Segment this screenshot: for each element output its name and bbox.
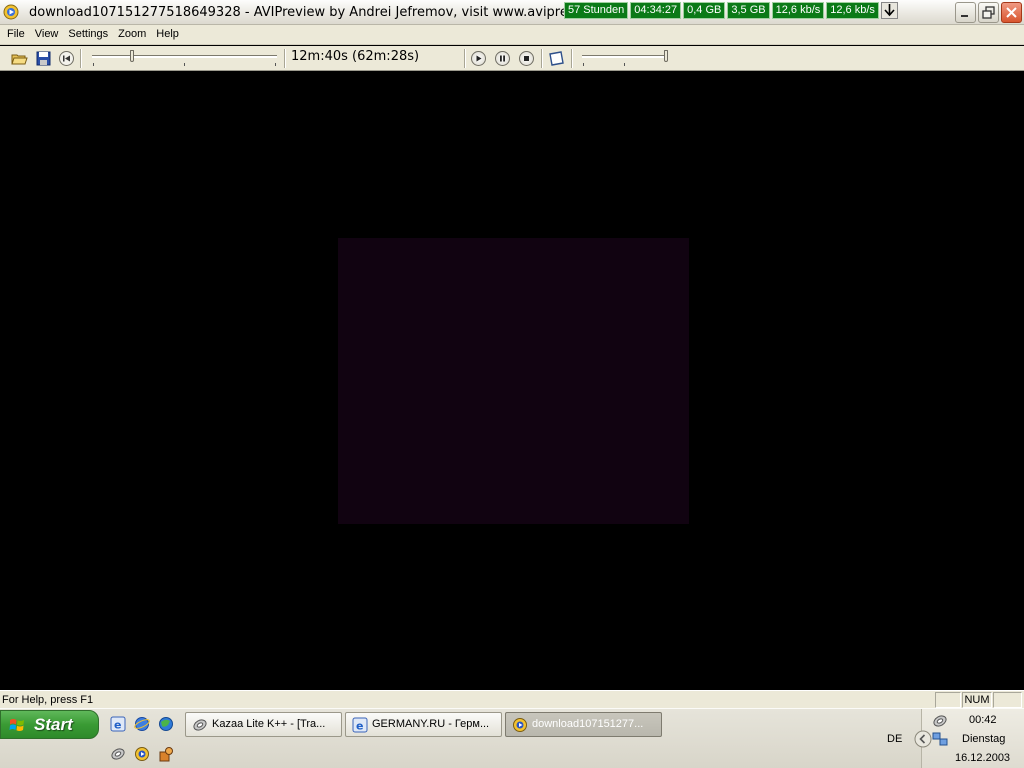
volume-slider-track bbox=[582, 55, 668, 58]
avipreview-icon bbox=[513, 718, 527, 732]
clock-date: 16.12.2003 bbox=[955, 752, 1011, 764]
svg-text:e: e bbox=[356, 720, 363, 733]
menu-bar: File View Settings Zoom Help bbox=[0, 25, 1024, 45]
quicklaunch-mediaplayer-icon[interactable] bbox=[134, 746, 150, 762]
taskbar: Start e Kazaa Lite K++ - [Tra... e GERMA… bbox=[0, 708, 1024, 768]
status-bar: For Help, press F1 NUM bbox=[0, 690, 1024, 708]
task-label: GERMANY.RU - Герм... bbox=[372, 718, 490, 730]
play-icon bbox=[476, 55, 482, 62]
system-tray: 00:42 Dienstag 16.12.2003 bbox=[914, 709, 1024, 768]
svg-text:e: e bbox=[114, 719, 121, 732]
position-slider-thumb[interactable] bbox=[130, 50, 134, 62]
video-frame bbox=[338, 238, 689, 524]
kazaa-icon bbox=[193, 719, 207, 731]
toolbar-separator bbox=[571, 49, 573, 68]
volume-slider[interactable] bbox=[580, 50, 672, 68]
menu-view[interactable]: View bbox=[30, 25, 64, 44]
tray-expand-icon[interactable] bbox=[914, 730, 932, 748]
toolbar: 12m:40s (62m:28s) bbox=[0, 46, 1024, 71]
toolbar-separator bbox=[80, 49, 82, 68]
save-icon[interactable] bbox=[35, 50, 52, 67]
language-indicator[interactable]: DE bbox=[887, 733, 902, 745]
time-readout: 12m:40s (62m:28s) bbox=[291, 49, 420, 64]
clock-day: Dienstag bbox=[962, 733, 1006, 745]
volume-slider-thumb[interactable] bbox=[664, 50, 668, 62]
start-button[interactable]: Start bbox=[0, 710, 99, 739]
minimize-icon bbox=[961, 15, 968, 17]
toolbar-separator bbox=[464, 49, 466, 68]
minimize-button[interactable] bbox=[955, 2, 976, 23]
status-help-text: For Help, press F1 bbox=[2, 694, 94, 706]
clock-time[interactable]: 00:42 bbox=[969, 714, 997, 726]
avipreview-app-icon bbox=[3, 4, 19, 20]
slider-tick bbox=[624, 63, 625, 66]
window-controls bbox=[955, 2, 1022, 23]
task-avipreview[interactable]: download107151277... bbox=[505, 712, 662, 737]
task-kazaa[interactable]: Kazaa Lite K++ - [Tra... bbox=[185, 712, 342, 737]
stat-downloaded: 0,4 GB bbox=[683, 2, 726, 19]
menu-file[interactable]: File bbox=[2, 25, 30, 44]
tray-network-icon[interactable] bbox=[932, 731, 948, 747]
stat-download-speed: 12,6 kb/s bbox=[771, 2, 825, 19]
tray-kazaa-icon[interactable] bbox=[932, 713, 948, 729]
close-button[interactable] bbox=[1001, 2, 1022, 23]
quicklaunch-ie-icon[interactable]: e bbox=[110, 716, 126, 732]
stat-total: 3,5 GB bbox=[727, 2, 770, 19]
stat-upload-speed: 12,6 kb/s bbox=[826, 2, 879, 19]
task-label: download107151277... bbox=[532, 718, 644, 730]
quicklaunch-kazaa-icon[interactable] bbox=[110, 746, 126, 762]
start-label: Start bbox=[34, 715, 73, 734]
status-num-indicator: NUM bbox=[962, 692, 992, 708]
pause-button[interactable] bbox=[495, 51, 510, 66]
windows-flag-icon bbox=[9, 719, 24, 732]
toolbar-separator bbox=[284, 49, 286, 68]
kazaa-mini-stats: 57 Stunden 04:34:27 0,4 GB 3,5 GB 12,6 k… bbox=[564, 2, 898, 19]
video-display[interactable] bbox=[2, 72, 1022, 688]
menu-help[interactable]: Help bbox=[151, 25, 184, 44]
rewind-icon[interactable] bbox=[58, 50, 75, 67]
stat-online-time: 57 Stunden bbox=[564, 2, 629, 19]
quicklaunch-globe-icon[interactable] bbox=[158, 716, 174, 732]
fullscreen-icon[interactable] bbox=[548, 50, 565, 67]
quicklaunch-tool-icon[interactable] bbox=[158, 746, 174, 762]
slider-tick bbox=[583, 63, 584, 66]
slider-tick bbox=[275, 63, 276, 66]
close-icon bbox=[1006, 7, 1017, 18]
position-slider[interactable] bbox=[90, 50, 280, 68]
pause-icon bbox=[500, 55, 505, 62]
stop-icon bbox=[524, 56, 529, 61]
position-slider-track bbox=[92, 55, 277, 58]
menu-zoom[interactable]: Zoom bbox=[113, 25, 151, 44]
play-button[interactable] bbox=[471, 51, 486, 66]
ie-icon: e bbox=[352, 717, 368, 733]
stop-button[interactable] bbox=[519, 51, 534, 66]
slider-tick bbox=[184, 63, 185, 66]
task-germany-ru[interactable]: e GERMANY.RU - Герм... bbox=[345, 712, 502, 737]
status-pane-caps bbox=[935, 692, 961, 708]
toolbar-separator bbox=[541, 49, 543, 68]
task-label: Kazaa Lite K++ - [Tra... bbox=[212, 718, 326, 730]
restore-icon bbox=[982, 6, 995, 19]
title-bar[interactable]: download1071512775186493​28 - AVIPreview… bbox=[0, 0, 1024, 25]
download-arrow-icon[interactable] bbox=[880, 2, 898, 19]
open-icon[interactable] bbox=[11, 50, 28, 67]
window-title: download1071512775186493​28 - AVIPreview… bbox=[29, 5, 564, 20]
stat-session-time: 04:34:27 bbox=[630, 2, 682, 19]
status-pane-scroll bbox=[993, 692, 1022, 708]
restore-button[interactable] bbox=[978, 2, 999, 23]
slider-tick bbox=[93, 63, 94, 66]
quicklaunch-browser-icon[interactable] bbox=[134, 716, 150, 732]
menu-settings[interactable]: Settings bbox=[63, 25, 113, 44]
